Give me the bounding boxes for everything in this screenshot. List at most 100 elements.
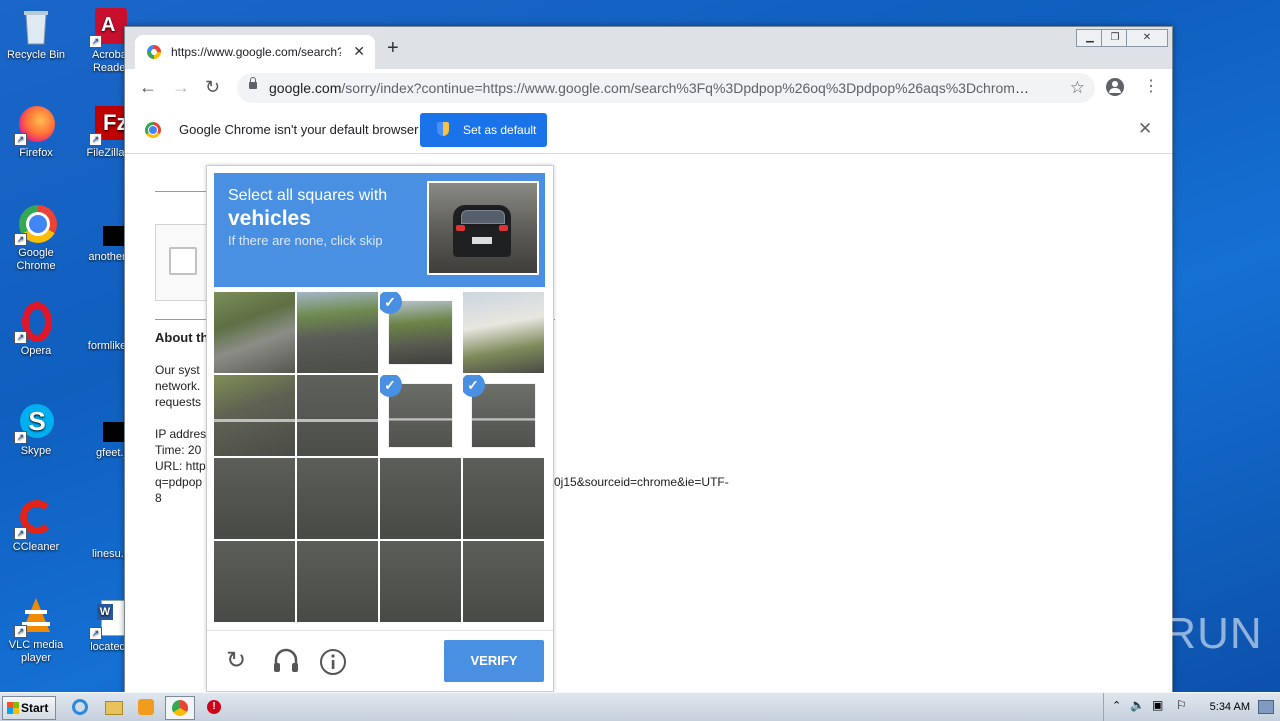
start-button[interactable]: Start bbox=[2, 696, 56, 720]
grid-tile[interactable]: ✓ bbox=[380, 292, 461, 373]
toolbar: ← → ↻ google.com/sorry/index?continue=ht… bbox=[125, 69, 1172, 107]
desktop-icon-skype[interactable]: S ↗ Skype bbox=[1, 402, 71, 458]
verify-button[interactable]: VERIFY bbox=[444, 640, 544, 682]
clock[interactable]: 5:34 AM bbox=[1210, 701, 1250, 713]
tab-close-icon[interactable]: ✕ bbox=[353, 43, 365, 60]
lock-icon[interactable] bbox=[249, 77, 257, 89]
tile-image bbox=[463, 541, 544, 622]
desktop-icon-google-chrome[interactable]: ↗ Google Chrome bbox=[1, 204, 71, 273]
forward-icon[interactable]: → bbox=[172, 77, 190, 97]
desktop-icon-vlc[interactable]: ↗ VLC media player bbox=[1, 596, 71, 665]
firefox-icon: ↗ bbox=[14, 104, 56, 146]
grid-tile[interactable]: ✓ bbox=[463, 375, 544, 456]
grid-tile[interactable] bbox=[297, 292, 378, 373]
tile-image bbox=[297, 458, 378, 539]
reload-icon[interactable]: ↻ bbox=[226, 648, 246, 674]
grid-tile[interactable] bbox=[214, 541, 295, 622]
set-default-button[interactable]: Set as default bbox=[420, 113, 547, 147]
infobar-message: Google Chrome isn't your default browser bbox=[179, 122, 419, 137]
taskbar-security-icon[interactable]: ! bbox=[200, 696, 228, 718]
tray-expand-icon[interactable]: ⌃ bbox=[1112, 699, 1121, 712]
grid-tile[interactable] bbox=[297, 375, 378, 456]
new-tab-button[interactable]: + bbox=[387, 38, 399, 58]
url-tail: 0j15&sourceid=chrome&ie=UTF- bbox=[554, 475, 729, 489]
skype-icon: S ↗ bbox=[14, 402, 56, 444]
grid-tile[interactable] bbox=[463, 541, 544, 622]
account-icon[interactable] bbox=[1106, 78, 1124, 96]
flag-icon[interactable]: ⚐ bbox=[1176, 698, 1187, 712]
desktop-icon-opera[interactable]: ↗ Opera bbox=[1, 302, 71, 358]
anyrun-watermark: ANY▷RUN bbox=[1036, 609, 1263, 658]
audio-icon[interactable] bbox=[272, 648, 300, 680]
grid-tile[interactable] bbox=[214, 458, 295, 539]
close-window-button[interactable]: ✕ bbox=[1126, 29, 1168, 47]
restore-button[interactable]: ❐ bbox=[1101, 29, 1129, 47]
tile-image bbox=[297, 375, 378, 456]
url-tail-2: 8 bbox=[155, 491, 162, 505]
image-grid: ✓ ✓ ✓ bbox=[214, 292, 545, 623]
grid-tile[interactable] bbox=[297, 458, 378, 539]
tab-title: https://www.google.com/search?q= bbox=[171, 45, 341, 59]
recaptcha-challenge: Select all squares with vehicles If ther… bbox=[206, 165, 554, 692]
grid-tile[interactable] bbox=[380, 541, 461, 622]
url-line-2: q=pdpop bbox=[155, 475, 203, 489]
chrome-icon: ↗ bbox=[14, 204, 57, 246]
recaptcha-checkbox[interactable] bbox=[169, 247, 197, 275]
show-desktop-button[interactable] bbox=[1258, 700, 1274, 714]
tile-image bbox=[380, 541, 461, 622]
tile-image bbox=[463, 292, 544, 373]
challenge-header: Select all squares with vehicles If ther… bbox=[214, 173, 545, 287]
tile-image bbox=[463, 458, 544, 539]
taskbar: Start ! ⌃ 🔈 ▣ ⚐ 5:34 AM bbox=[0, 692, 1280, 721]
sample-image bbox=[427, 181, 539, 275]
taskbar-chrome-icon[interactable] bbox=[165, 696, 195, 720]
instruction-target: vehicles bbox=[228, 207, 311, 230]
tile-image bbox=[297, 292, 378, 373]
grid-tile[interactable] bbox=[380, 458, 461, 539]
opera-icon: ↗ bbox=[14, 302, 56, 344]
ccleaner-icon: ↗ bbox=[14, 498, 56, 540]
car-image bbox=[453, 205, 511, 257]
body-line: network. bbox=[155, 379, 201, 393]
tile-image bbox=[214, 458, 295, 539]
reload-icon[interactable]: ↻ bbox=[205, 77, 220, 97]
grid-tile[interactable] bbox=[214, 375, 295, 456]
grid-tile[interactable] bbox=[463, 458, 544, 539]
back-icon[interactable]: ← bbox=[139, 77, 157, 97]
info-icon[interactable] bbox=[319, 648, 347, 682]
divider bbox=[155, 191, 207, 192]
volume-icon[interactable]: 🔈 bbox=[1130, 698, 1145, 712]
windows-logo-icon bbox=[7, 702, 19, 714]
grid-tile[interactable]: ✓ bbox=[380, 375, 461, 456]
tile-image bbox=[297, 541, 378, 622]
taskbar-explorer-icon[interactable] bbox=[99, 696, 127, 718]
taskbar-ie-icon[interactable] bbox=[66, 696, 94, 718]
challenge-footer: ↻ VERIFY bbox=[207, 630, 553, 692]
desktop-icon-ccleaner[interactable]: ↗ CCleaner bbox=[1, 498, 71, 554]
desktop-icon-recycle-bin[interactable]: Recycle Bin bbox=[1, 6, 71, 62]
tile-image bbox=[214, 292, 295, 373]
bookmark-star-icon[interactable]: ☆ bbox=[1070, 78, 1085, 98]
infobar-close-icon[interactable]: ✕ bbox=[1138, 119, 1152, 139]
grid-tile[interactable] bbox=[463, 292, 544, 373]
address-bar[interactable]: google.com/sorry/index?continue=https://… bbox=[237, 73, 1095, 103]
about-heading: About th bbox=[155, 330, 209, 345]
divider bbox=[155, 319, 207, 320]
ip-address-line: IP addres bbox=[155, 427, 207, 441]
google-favicon-icon bbox=[147, 45, 161, 59]
desktop-icon-firefox[interactable]: ↗ Firefox bbox=[1, 104, 71, 160]
network-icon[interactable]: ▣ bbox=[1152, 698, 1163, 712]
menu-kebab-icon[interactable]: ⋮ bbox=[1143, 77, 1159, 97]
body-line: requests bbox=[155, 395, 202, 409]
minimize-button[interactable]: ▁ bbox=[1076, 29, 1104, 47]
taskbar-media-player-icon[interactable] bbox=[132, 696, 160, 718]
vlc-icon: ↗ bbox=[14, 596, 56, 638]
tab-strip: https://www.google.com/search?q= ✕ + ▁ ❐… bbox=[125, 27, 1172, 69]
tile-image bbox=[214, 375, 295, 456]
url-text[interactable]: google.com/sorry/index?continue=https://… bbox=[269, 80, 1029, 96]
url-line: URL: http bbox=[155, 459, 206, 473]
tab-google-search[interactable]: https://www.google.com/search?q= ✕ bbox=[135, 35, 375, 69]
time-line: Time: 20 bbox=[155, 443, 202, 457]
grid-tile[interactable] bbox=[214, 292, 295, 373]
grid-tile[interactable] bbox=[297, 541, 378, 622]
